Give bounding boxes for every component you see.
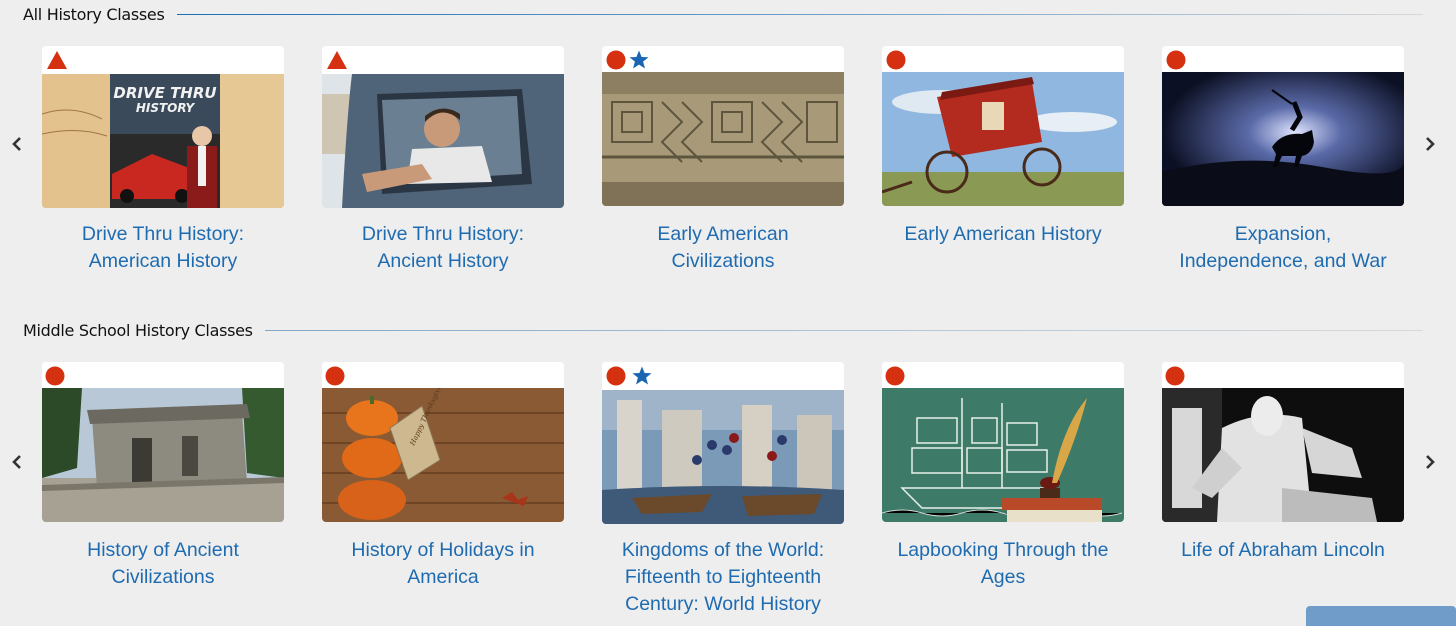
section-header: Middle School History Classes: [23, 321, 1423, 340]
section-title: All History Classes: [23, 5, 165, 24]
red-circle-icon: [606, 50, 626, 70]
carousel-prev-button[interactable]: [7, 132, 27, 156]
course-title[interactable]: History of Ancient Civilizations: [22, 537, 304, 591]
course-title[interactable]: Life of Abraham Lincoln: [1142, 537, 1424, 564]
badge-bar: [1162, 46, 1404, 74]
chevron-right-icon: [1426, 455, 1435, 469]
course-title[interactable]: Drive Thru History: American History: [22, 221, 304, 275]
thumb-logo-text: DRIVE THRU: [113, 84, 216, 102]
chevron-left-icon: [12, 137, 21, 151]
carousel-prev-button[interactable]: [7, 450, 27, 474]
blue-star-icon: [629, 50, 649, 69]
course-title[interactable]: Early American Civilizations: [582, 221, 864, 275]
red-circle-icon: [45, 366, 65, 386]
course-title[interactable]: Early American History: [862, 221, 1144, 248]
badge-bar: [602, 362, 844, 390]
course-title[interactable]: History of Holidays in America: [302, 537, 584, 591]
carousel-next-button[interactable]: [1420, 450, 1440, 474]
course-thumbnail[interactable]: DRIVE THRU HISTORY: [42, 74, 284, 208]
badge-bar: [322, 46, 564, 74]
course-thumbnail[interactable]: [1162, 388, 1404, 522]
section-title: Middle School History Classes: [23, 321, 253, 340]
course-thumbnail[interactable]: [42, 388, 284, 522]
red-circle-icon: [606, 366, 626, 386]
chevron-left-icon: [12, 455, 21, 469]
section-divider: [176, 14, 1423, 15]
section-header: All History Classes: [23, 5, 1423, 24]
course-thumbnail[interactable]: [882, 72, 1124, 206]
red-triangle-icon: [327, 51, 347, 69]
floating-button[interactable]: [1306, 606, 1456, 626]
badge-bar: [322, 362, 564, 390]
course-title[interactable]: Lapbooking Through the Ages: [862, 537, 1144, 591]
badge-bar: [882, 46, 1124, 74]
badge-bar: [42, 362, 284, 390]
course-thumbnail[interactable]: [602, 390, 844, 524]
red-circle-icon: [325, 366, 345, 386]
badge-bar: [42, 46, 284, 74]
red-triangle-icon: [47, 51, 67, 69]
course-thumbnail[interactable]: [882, 388, 1124, 522]
course-thumbnail[interactable]: [322, 74, 564, 208]
red-circle-icon: [885, 366, 905, 386]
red-circle-icon: [1165, 366, 1185, 386]
chevron-right-icon: [1426, 137, 1435, 151]
course-title[interactable]: Kingdoms of the World: Fifteenth to Eigh…: [582, 537, 864, 618]
course-title[interactable]: Drive Thru History: Ancient History: [302, 221, 584, 275]
red-circle-icon: [886, 50, 906, 70]
carousel-next-button[interactable]: [1420, 132, 1440, 156]
course-thumbnail[interactable]: [1162, 72, 1404, 206]
badge-bar: [602, 46, 844, 74]
thumb-logo-text: HISTORY: [136, 101, 196, 115]
blue-star-icon: [632, 366, 652, 385]
badge-bar: [882, 362, 1124, 390]
badge-bar: [1162, 362, 1404, 390]
course-thumbnail[interactable]: Happy Thanksgiving: [322, 388, 564, 522]
course-title[interactable]: Expansion, Independence, and War: [1142, 221, 1424, 275]
red-circle-icon: [1166, 50, 1186, 70]
section-divider: [264, 330, 1423, 331]
course-thumbnail[interactable]: [602, 72, 844, 206]
